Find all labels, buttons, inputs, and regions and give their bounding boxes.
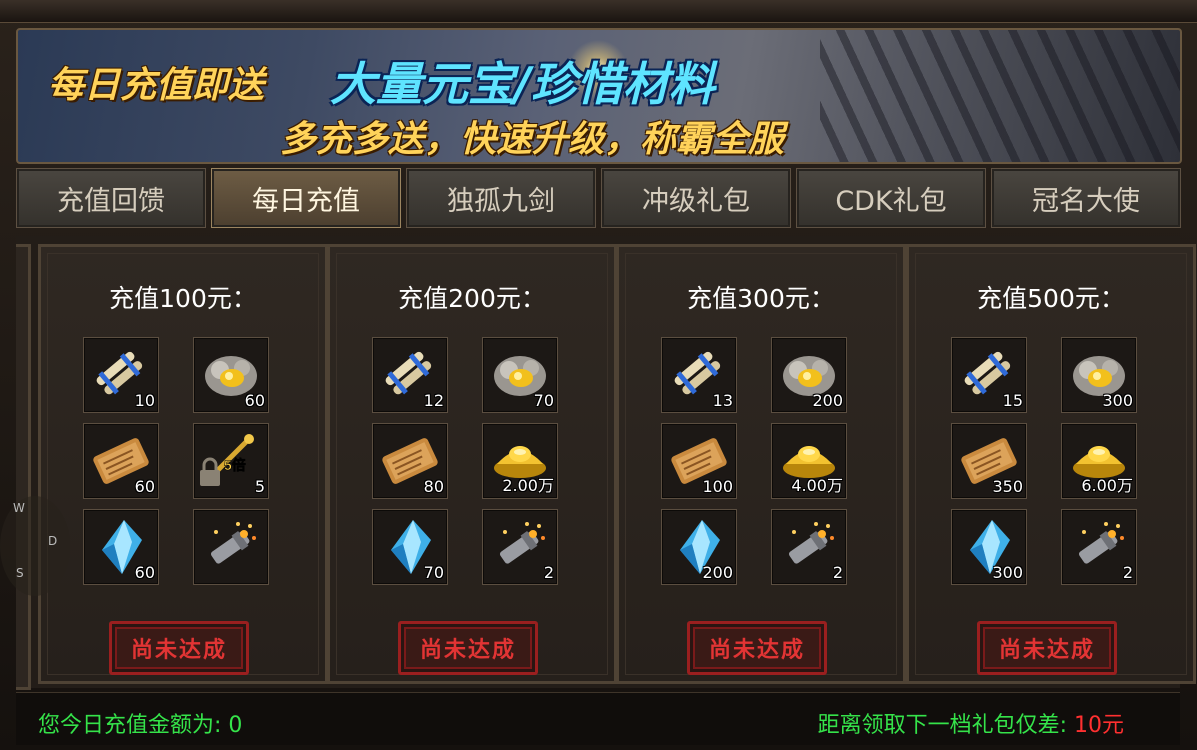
today-recharge-label: 您今日充值金额为: (38, 713, 222, 738)
reward-slot[interactable]: 70 (372, 509, 448, 585)
tab-daily-recharge[interactable]: 每日充值 (211, 168, 401, 228)
reward-slot[interactable]: 60 (83, 509, 159, 585)
banner-ruins-art (820, 30, 1180, 162)
reward-quantity: 70 (533, 391, 554, 410)
reward-slot[interactable]: 70 (482, 337, 558, 413)
reward-quantity: 2 (543, 563, 554, 582)
key-s[interactable]: S (16, 566, 24, 580)
tab-dugu-jiujian[interactable]: 独孤九剑 (406, 168, 596, 228)
reward-slot[interactable]: 200 (771, 337, 847, 413)
claim-status-button[interactable]: 尚未达成 (109, 621, 249, 675)
reward-slot[interactable]: 2.00万 (482, 423, 558, 499)
next-tier-value: 10元 (1074, 713, 1124, 738)
tier-panel: 充值300元： 13 200 100 4.00万 200 2 尚未达成 (616, 244, 906, 684)
today-recharge-value: 0 (228, 713, 243, 738)
reward-slot[interactable]: 13 (661, 337, 737, 413)
reward-quantity: 100 (702, 477, 733, 496)
reward-slot[interactable]: 10 (83, 337, 159, 413)
reward-slot[interactable]: 12 (372, 337, 448, 413)
reward-quantity: 200 (702, 563, 733, 582)
reward-slot[interactable]: 300 (1061, 337, 1137, 413)
tier-title: 充值100元： (109, 284, 257, 313)
reward-slot[interactable]: 4.00万 (771, 423, 847, 499)
reward-slot[interactable]: 5倍 5 (193, 423, 269, 499)
tier-panel: 充值200元： 12 70 80 2.00万 70 2 尚未达成 (327, 244, 617, 684)
reward-slot[interactable]: 100 (661, 423, 737, 499)
window-top-border (0, 0, 1197, 23)
reward-quantity: 80 (423, 477, 444, 496)
reward-slot[interactable]: 15 (951, 337, 1027, 413)
reward-quantity: 200 (812, 391, 843, 410)
reward-quantity: 60 (134, 563, 155, 582)
reward-slot[interactable]: 60 (83, 423, 159, 499)
key-d[interactable]: D (48, 534, 57, 548)
claim-status-button[interactable]: 尚未达成 (977, 621, 1117, 675)
next-tier-gap: 距离领取下一档礼包仅差: 10元 (818, 707, 1124, 739)
tier-title: 充值200元： (398, 284, 546, 313)
tier-panel: 充值100元： 10 60 60 5倍 5 60 尚未达成 (38, 244, 328, 684)
tier-panel: 充值500元： 15 300 350 6.00万 300 2 尚未达成 (906, 244, 1196, 684)
tab-title-ambassador[interactable]: 冠名大使 (991, 168, 1181, 228)
reward-quantity: 60 (244, 391, 265, 410)
reward-slot[interactable]: 350 (951, 423, 1027, 499)
reward-quantity: 350 (992, 477, 1023, 496)
tier-title: 充值300元： (687, 284, 835, 313)
reward-slot[interactable]: 2 (1061, 509, 1137, 585)
tab-bar: 充值回馈 每日充值 独孤九剑 冲级礼包 CDK礼包 冠名大使 (16, 168, 1181, 228)
claim-status-button[interactable]: 尚未达成 (687, 621, 827, 675)
previous-panel-edge (16, 244, 31, 690)
reward-quantity: 12 (423, 391, 444, 410)
today-recharge: 您今日充值金额为: 0 (38, 707, 242, 739)
movement-pad[interactable]: W D S (0, 496, 70, 596)
tab-cdk-gift[interactable]: CDK礼包 (796, 168, 986, 228)
tab-recharge-feedback[interactable]: 充值回馈 (16, 168, 206, 228)
banner-line1: 每日充值即送 (48, 65, 265, 106)
reward-quantity: 6.00万 (1081, 476, 1133, 495)
banner-line2: 多充多送，快速升级，称霸全服 (280, 119, 785, 160)
svg-text:5倍: 5倍 (224, 457, 246, 473)
reward-quantity: 70 (423, 563, 444, 582)
reward-slot[interactable]: 200 (661, 509, 737, 585)
banner-highlight: 大量元宝/珍惜材料 (330, 57, 715, 111)
reward-quantity: 300 (1102, 391, 1133, 410)
reward-slot[interactable]: 60 (193, 337, 269, 413)
reward-quantity: 2 (832, 563, 843, 582)
reward-quantity: 10 (134, 391, 155, 410)
reward-slot[interactable]: 6.00万 (1061, 423, 1137, 499)
reward-quantity: 15 (1002, 391, 1023, 410)
reward-quantity: 2 (1122, 563, 1133, 582)
claim-status-button[interactable]: 尚未达成 (398, 621, 538, 675)
footer-bar: 您今日充值金额为: 0 距离领取下一档礼包仅差: 10元 (16, 692, 1180, 745)
next-tier-label: 距离领取下一档礼包仅差: (817, 713, 1067, 738)
reward-quantity: 4.00万 (791, 476, 843, 495)
reward-slot[interactable]: 300 (951, 509, 1027, 585)
reward-slot[interactable] (193, 509, 269, 585)
reward-quantity: 2.00万 (502, 476, 554, 495)
reward-slot[interactable]: 2 (771, 509, 847, 585)
promo-banner: 每日充值即送 大量元宝/珍惜材料 多充多送，快速升级，称霸全服 (16, 28, 1182, 164)
reward-quantity: 300 (992, 563, 1023, 582)
tab-level-gift[interactable]: 冲级礼包 (601, 168, 791, 228)
reward-slot[interactable]: 2 (482, 509, 558, 585)
reward-quantity: 5 (254, 477, 265, 496)
reward-slot[interactable]: 80 (372, 423, 448, 499)
reward-quantity: 60 (134, 477, 155, 496)
key-w[interactable]: W (13, 501, 25, 515)
reward-quantity: 13 (712, 391, 733, 410)
tier-title: 充值500元： (977, 284, 1125, 313)
